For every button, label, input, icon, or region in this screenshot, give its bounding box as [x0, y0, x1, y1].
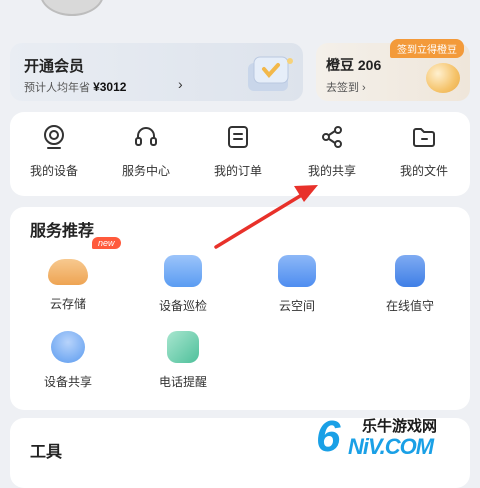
- service-section-title: 服务推荐: [30, 223, 95, 240]
- chevron-right-icon: ›: [178, 76, 183, 92]
- checkin-link[interactable]: 去签到 ›: [326, 79, 366, 95]
- camera-icon: [44, 125, 64, 149]
- phone-alert-button[interactable]: 电话提醒: [138, 331, 228, 390]
- my-orders-button[interactable]: 我的订单: [196, 124, 280, 179]
- watermark-brand: 乐牛游戏网: [362, 418, 438, 435]
- online-guard-button[interactable]: 在线值守: [365, 255, 455, 314]
- device-inspect-button[interactable]: 设备巡检: [138, 255, 228, 314]
- device-inspect-icon: [164, 255, 202, 287]
- checkin-badge: 签到立得橙豆: [390, 39, 464, 58]
- service-recommend-card: 服务推荐 new 云存储 设备巡检 云空间 在线值守 设备共享 电话提醒: [10, 207, 470, 410]
- share-icon: [322, 126, 342, 148]
- my-files-button[interactable]: 我的文件: [382, 124, 466, 179]
- headset-icon: [135, 127, 157, 146]
- beans-title: 橙豆 206: [326, 57, 382, 73]
- watermark-logo: 6 乐牛游戏网 NiV.COM: [316, 402, 476, 466]
- membership-amount: ¥3012: [93, 80, 127, 94]
- watermark-url: NiV.COM: [348, 434, 434, 459]
- cloud-space-button[interactable]: 云空间: [252, 255, 342, 314]
- my-shares-button[interactable]: 我的共享: [290, 124, 374, 179]
- membership-badge-icon: [248, 56, 293, 91]
- membership-card[interactable]: 开通会员 预计人均年省 ¥3012 ›: [10, 43, 303, 101]
- avatar[interactable]: [40, 0, 104, 16]
- cloud-space-icon: [278, 255, 316, 287]
- device-share-icon: [51, 331, 85, 363]
- phone-alert-icon: [167, 331, 199, 363]
- cloud-storage-icon: [48, 259, 88, 285]
- bean-coin-icon: [426, 63, 460, 93]
- watermark-digit: 6: [316, 412, 341, 461]
- quick-actions: 我的设备 服务中心 我的订单 我的共享 我的文件: [10, 112, 470, 196]
- cloud-storage-button[interactable]: 云存储: [23, 255, 113, 312]
- beans-card[interactable]: 签到立得橙豆 橙豆 206 去签到 ›: [316, 39, 470, 101]
- membership-title: 开通会员: [24, 58, 85, 75]
- online-guard-icon: [395, 255, 425, 287]
- tools-title: 工具: [30, 444, 63, 461]
- order-list-icon: [228, 126, 248, 148]
- device-share-button[interactable]: 设备共享: [23, 331, 113, 390]
- folder-icon: [413, 128, 435, 147]
- my-devices-button[interactable]: 我的设备: [12, 124, 96, 179]
- membership-subtitle: 预计人均年省 ¥3012: [24, 80, 127, 94]
- new-badge: new: [92, 237, 121, 249]
- service-center-button[interactable]: 服务中心: [104, 124, 188, 179]
